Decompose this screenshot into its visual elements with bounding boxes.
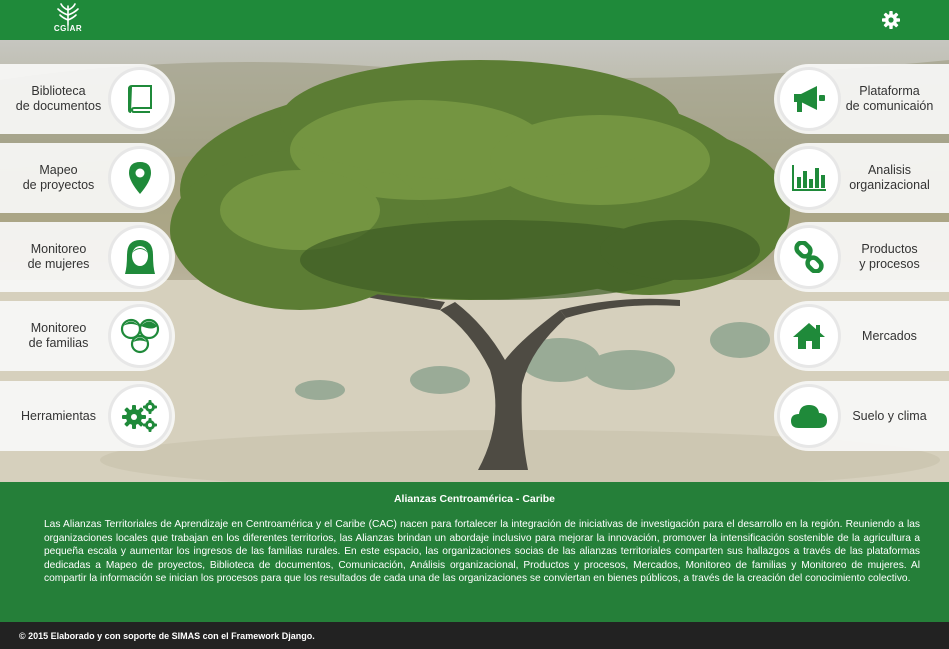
button-label: Productos y procesos <box>859 242 920 271</box>
cloud-icon <box>780 387 838 445</box>
button-label: Herramientas <box>20 408 97 423</box>
plataforma-comunicacion-button[interactable]: Plataforma de comunicaión <box>774 64 949 134</box>
wheat-icon <box>57 3 79 26</box>
button-label: Biblioteca de documentos <box>15 84 102 113</box>
map-pin-icon <box>111 149 169 207</box>
suelo-clima-button[interactable]: Suelo y clima <box>774 381 949 451</box>
button-label: Analisis organizacional <box>849 163 930 192</box>
monitoreo-mujeres-button[interactable]: Monitoreo de mujeres <box>0 222 175 292</box>
logo-text: CGIAR <box>53 24 83 33</box>
button-label: Mapeo de proyectos <box>22 163 95 192</box>
mapeo-proyectos-button[interactable]: Mapeo de proyectos <box>0 143 175 213</box>
gears-icon <box>111 387 169 445</box>
house-icon <box>780 307 838 365</box>
mercados-button[interactable]: Mercados <box>774 301 949 371</box>
bar-chart-icon <box>780 149 838 207</box>
footer: © 2015 Elaborado y con soporte de SIMAS … <box>0 622 949 649</box>
herramientas-button[interactable]: Herramientas <box>0 381 175 451</box>
footer-text: © 2015 Elaborado y con soporte de SIMAS … <box>19 631 315 641</box>
button-label: Monitoreo de mujeres <box>27 242 90 271</box>
productos-procesos-button[interactable]: Productos y procesos <box>774 222 949 292</box>
app-header: CGIAR <box>0 0 949 40</box>
monitoreo-familias-button[interactable]: Monitoreo de familias <box>0 301 175 371</box>
button-label: Monitoreo de familias <box>28 321 89 350</box>
button-label: Mercados <box>862 328 917 343</box>
analisis-organizacional-button[interactable]: Analisis organizacional <box>774 143 949 213</box>
info-panel: Alianzas Centroamérica - Caribe Las Alia… <box>0 482 949 622</box>
info-description: Las Alianzas Territoriales de Aprendizaj… <box>44 519 920 584</box>
family-icon <box>111 307 169 365</box>
button-label: Plataforma de comunicaión <box>845 84 934 113</box>
gear-icon[interactable] <box>881 10 901 30</box>
cgiar-logo[interactable]: CGIAR <box>50 2 86 38</box>
info-title: Alianzas Centroamérica - Caribe <box>393 493 556 505</box>
megaphone-icon <box>780 70 838 128</box>
woman-icon <box>111 228 169 286</box>
chain-link-icon <box>780 228 838 286</box>
button-label: Suelo y clima <box>852 408 927 423</box>
biblioteca-documentos-button[interactable]: Biblioteca de documentos <box>0 64 175 134</box>
book-icon <box>111 70 169 128</box>
